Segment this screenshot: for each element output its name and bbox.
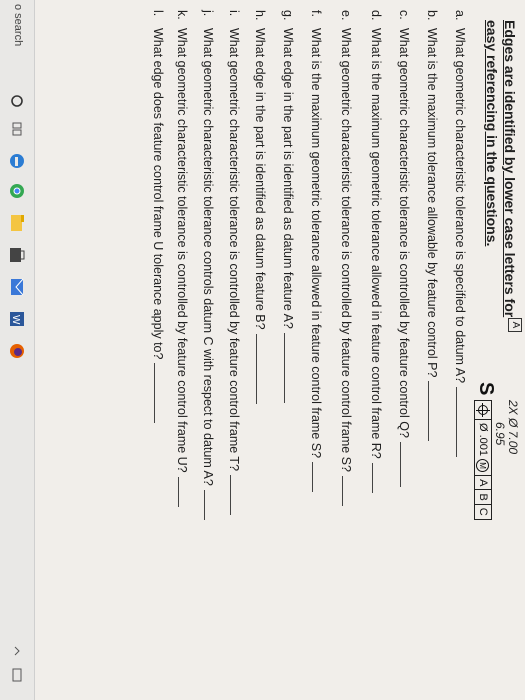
- dimension-callout: 2X Ø 7.00 6.95: [493, 400, 520, 455]
- system-tray-chevron-icon[interactable]: [6, 640, 28, 662]
- question-text: What geometric characteristic tolerance …: [397, 28, 411, 438]
- instructions-heading: Edges are identified by lower case lette…: [483, 20, 519, 317]
- answer-blank[interactable]: [154, 363, 167, 424]
- question-letter: c.: [397, 10, 411, 20]
- question-text: What geometric characteristic tolerance …: [453, 28, 467, 384]
- question-letter: h.: [253, 10, 267, 21]
- question-letter: a.: [453, 10, 467, 21]
- question-text: What is the maximum geometric tolerance …: [369, 28, 383, 459]
- network-icon[interactable]: [6, 664, 28, 686]
- question-b: b. What is the maximum tolerance allowab…: [421, 10, 441, 690]
- question-e: e. What geometric characteristic toleran…: [335, 10, 355, 690]
- question-c: c. What geometric characteristic toleran…: [393, 10, 413, 690]
- chrome-icon[interactable]: [6, 180, 28, 202]
- answer-blank[interactable]: [178, 476, 191, 507]
- question-text: What geometric characteristic tolerance …: [339, 28, 353, 472]
- question-letter: i.: [227, 10, 241, 17]
- question-g: g. What edge in the part is identified a…: [277, 10, 297, 690]
- tolerance-value: Ø .001: [477, 423, 489, 457]
- svg-text:W: W: [10, 315, 21, 325]
- tolerance-cell: Ø .001 M: [475, 420, 491, 477]
- question-j: j. What geometric characteristic toleran…: [197, 10, 217, 690]
- question-k: k. What geometric characteristic toleran…: [171, 10, 191, 690]
- question-text: What geometric characteristic tolerance …: [201, 28, 215, 486]
- question-letter: l.: [151, 10, 165, 17]
- task-view-icon[interactable]: [6, 118, 28, 140]
- position-icon: [476, 404, 490, 416]
- answer-blank[interactable]: [456, 387, 469, 458]
- store-icon[interactable]: [6, 244, 28, 266]
- question-text: What edge does feature control frame U t…: [151, 28, 165, 360]
- word-icon[interactable]: W: [6, 308, 28, 330]
- answer-blank[interactable]: [230, 475, 243, 516]
- dimension-lower: 6.95: [493, 422, 507, 446]
- answer-blank[interactable]: [312, 462, 325, 493]
- question-letter: j.: [201, 10, 215, 17]
- feature-control-frame: Ø .001 M A B C: [474, 400, 492, 520]
- answer-blank[interactable]: [284, 332, 297, 403]
- question-i: i. What geometric characteristic toleran…: [223, 10, 243, 690]
- file-explorer-icon[interactable]: [6, 212, 28, 234]
- question-text: What geometric characteristic tolerance …: [175, 28, 189, 473]
- question-letter: k.: [175, 10, 189, 20]
- position-symbol-cell: [475, 401, 491, 420]
- answer-blank[interactable]: [400, 441, 413, 487]
- taskbar-search[interactable]: o search: [12, 4, 24, 46]
- heading-line-2: easy referencing in the questions.: [484, 20, 500, 247]
- answer-blank[interactable]: [204, 489, 217, 520]
- firefox-icon[interactable]: [6, 340, 28, 362]
- feature-control-label: S: [475, 382, 497, 396]
- question-text: What geometric characteristic tolerance …: [227, 28, 241, 472]
- question-text: What is the maximum geometric tolerance …: [309, 28, 323, 459]
- question-text: What is the maximum tolerance allowable …: [425, 28, 439, 378]
- question-letter: g.: [281, 10, 295, 21]
- document-page: Edges are identified by lower case lette…: [35, 0, 525, 700]
- cortana-icon[interactable]: [6, 90, 28, 112]
- answer-blank[interactable]: [256, 333, 269, 404]
- dimension-upper: 2X Ø 7.00: [506, 400, 520, 455]
- answer-blank[interactable]: [342, 475, 355, 506]
- question-text: What edge in the part is identified as d…: [253, 28, 267, 330]
- question-f: f. What is the maximum geometric toleran…: [305, 10, 325, 690]
- mmc-modifier: M: [476, 459, 490, 473]
- answer-blank[interactable]: [372, 462, 385, 493]
- question-letter: f.: [309, 10, 323, 17]
- answer-blank[interactable]: [428, 381, 441, 442]
- datum-ref-a: A: [475, 476, 491, 491]
- rotated-screen: Edges are identified by lower case lette…: [0, 0, 525, 700]
- question-a: a. What geometric characteristic toleran…: [449, 10, 469, 690]
- question-l: l. What edge does feature control frame …: [147, 10, 167, 690]
- question-letter: e.: [339, 10, 353, 21]
- windows-taskbar: o search W: [0, 0, 35, 700]
- question-d: d. What is the maximum geometric toleran…: [365, 10, 385, 690]
- mail-icon[interactable]: [6, 276, 28, 298]
- question-letter: d.: [369, 10, 383, 21]
- question-text: What edge in the part is identified as d…: [281, 28, 295, 329]
- question-letter: b.: [425, 10, 439, 21]
- edge-browser-icon[interactable]: [6, 150, 28, 172]
- datum-ref-b: B: [475, 490, 491, 505]
- datum-a-tag: A: [508, 318, 522, 332]
- datum-ref-c: C: [477, 507, 489, 516]
- question-h: h. What edge in the part is identified a…: [249, 10, 269, 690]
- heading-line-1: Edges are identified by lower case lette…: [502, 20, 518, 318]
